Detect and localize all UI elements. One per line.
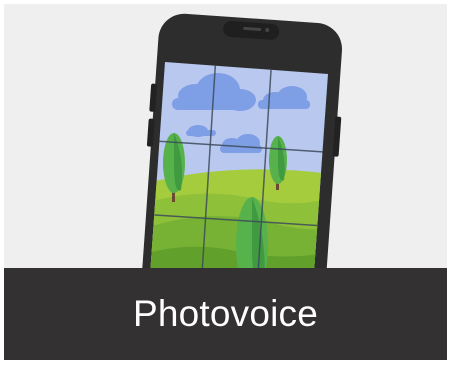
card-title: Photovoice: [132, 293, 319, 334]
caption-bar: Photovoice: [4, 268, 447, 360]
